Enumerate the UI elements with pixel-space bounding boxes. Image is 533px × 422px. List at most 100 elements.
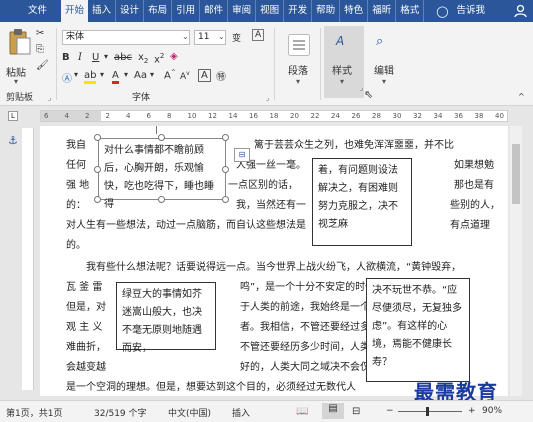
clipboard-launcher-icon[interactable]: ⌟ <box>48 94 51 102</box>
text-box-4[interactable]: 决不玩世不恭。“应尽便须尽，无复独多虑”。有这样的心境，焉能不健康长寿？ <box>366 278 470 382</box>
highlight-icon[interactable]: ab <box>84 70 97 84</box>
zoom-slider-thumb[interactable] <box>426 407 429 416</box>
shrink-font-icon[interactable]: Av <box>180 70 190 82</box>
page-count[interactable]: 第1页，共1页 <box>6 406 62 419</box>
tab-layout[interactable]: 布局 <box>144 0 173 22</box>
tab-foxit[interactable]: 福昕 <box>368 0 397 22</box>
vertical-ruler[interactable] <box>22 128 34 390</box>
phonetic-guide-icon[interactable]: 变 <box>232 31 241 44</box>
scrollbar-thumb[interactable] <box>512 144 520 204</box>
doc-line: 是一个空洞的理想。但是，想要达到这个目的，必须经过无数代人 <box>66 382 356 393</box>
ruler-margin <box>41 111 101 121</box>
tab-developer[interactable]: 开发 <box>284 0 313 22</box>
italic-icon[interactable]: I <box>78 52 82 63</box>
font-name-input[interactable]: 宋体 <box>62 30 190 45</box>
read-mode-icon[interactable]: 📖 <box>296 406 308 417</box>
char-shading-icon[interactable]: A <box>198 69 211 82</box>
tab-selector-icon[interactable]: L <box>8 111 18 121</box>
paragraph-label[interactable]: 段落 <box>288 62 308 77</box>
ruler-number: 4 <box>64 112 69 120</box>
chevron-down-icon[interactable]: ▾ <box>100 70 104 79</box>
styles-label[interactable]: 样式 <box>332 62 352 77</box>
tab-format[interactable]: 格式 <box>396 0 425 22</box>
ruler-number: 26 <box>351 112 361 120</box>
resize-handle[interactable] <box>94 134 101 141</box>
resize-handle[interactable] <box>222 196 229 203</box>
tab-file[interactable]: 文件 <box>6 0 61 22</box>
text-box-1[interactable]: 对什么事情都不瞻前顾后，心胸开朗，乐观愉快，吃也吃得下，睡也睡得 <box>98 138 226 210</box>
chevron-down-icon[interactable]: ▾ <box>124 70 128 79</box>
styles-icon[interactable]: A <box>336 34 344 48</box>
ruler-number: 6 <box>146 112 151 120</box>
grow-font-icon[interactable]: A^ <box>164 69 176 81</box>
resize-handle[interactable] <box>222 166 229 173</box>
word-count[interactable]: 32/519 个字 <box>94 406 147 419</box>
tab-view[interactable]: 视图 <box>256 0 285 22</box>
chevron-down-icon[interactable]: ▾ <box>296 77 300 86</box>
enclose-char-icon[interactable]: ㊕ <box>216 68 226 83</box>
resize-handle[interactable] <box>158 134 165 141</box>
styles-launcher-icon[interactable]: ⌟ <box>360 84 363 92</box>
horizontal-ruler[interactable]: L 6 4 2 2 4 6 8 10 12 14 16 18 20 22 24 26 28 30 32 34 36 38 4… <box>0 106 533 126</box>
resize-handle[interactable] <box>94 166 101 173</box>
vertical-scrollbar[interactable] <box>510 126 522 396</box>
format-painter-icon[interactable]: 🖌 <box>36 60 49 71</box>
doc-line: 不管还要经历多少时间，人类总 <box>240 342 380 353</box>
font-color-icon[interactable]: A <box>112 70 119 84</box>
char-border-icon[interactable]: A <box>252 29 265 41</box>
layout-options-icon[interactable]: ⊟ <box>234 148 250 162</box>
tab-home[interactable]: 开始 <box>61 0 89 22</box>
chevron-down-icon[interactable]: ▾ <box>74 70 78 79</box>
language-indicator[interactable]: 中文(中国) <box>168 406 211 419</box>
zoom-in-icon[interactable]: + <box>468 406 476 416</box>
web-layout-icon[interactable]: ⊟ <box>352 406 360 417</box>
editing-label[interactable]: 编辑 <box>374 62 394 77</box>
bold-icon[interactable]: B <box>62 52 70 63</box>
chevron-down-icon[interactable]: ▾ <box>340 77 344 86</box>
chevron-down-icon[interactable]: ▾ <box>14 77 18 86</box>
chevron-down-icon[interactable]: ▾ <box>104 52 108 61</box>
text-box-3[interactable]: 绿豆大的事情如芥迷嵩山般大，也决不毫无原则地随遇而安， <box>116 282 216 354</box>
paragraph-icon[interactable] <box>288 34 310 56</box>
document-page[interactable]: 我自 篱于芸芸众生之列，也难免浑浑噩噩，并不比 任何 人强一丝一毫。 如果想勉 … <box>40 126 508 396</box>
text-effects-icon[interactable]: Ⓐ <box>62 70 72 85</box>
subscript-icon[interactable]: x2 <box>138 52 148 65</box>
account-icon[interactable] <box>514 4 527 18</box>
ruler-number: 4 <box>126 112 131 120</box>
collapse-ribbon-icon[interactable]: ^ <box>518 92 525 101</box>
tab-review[interactable]: 审阅 <box>228 0 257 22</box>
resize-handle[interactable] <box>158 196 165 203</box>
zoom-level[interactable]: 90% <box>482 406 502 416</box>
tab-design[interactable]: 设计 <box>116 0 145 22</box>
print-layout-icon[interactable]: ▤ <box>322 403 344 419</box>
copy-icon[interactable]: ⎘ <box>36 44 44 55</box>
find-icon[interactable]: ⌕ <box>376 34 383 49</box>
strikethrough-icon[interactable]: abc <box>114 52 132 63</box>
clear-format-icon[interactable]: ◈ <box>170 51 178 62</box>
lightbulb-icon[interactable]: ◯ <box>424 5 452 18</box>
insert-mode[interactable]: 插入 <box>232 406 250 419</box>
chevron-down-icon[interactable]: ▾ <box>382 77 386 86</box>
chevron-down-icon[interactable]: ▾ <box>150 70 154 79</box>
paste-icon[interactable] <box>8 28 32 58</box>
resize-handle[interactable] <box>222 134 229 141</box>
text-box-2[interactable]: 着，有问题则设法解决之，有困难则努力克服之，决不视芝麻 <box>312 158 412 246</box>
zoom-out-icon[interactable]: − <box>386 406 394 416</box>
tell-me-box[interactable]: 告诉我 <box>453 0 490 22</box>
tab-insert[interactable]: 插入 <box>88 0 117 22</box>
chevron-down-icon[interactable]: ⌄ <box>218 32 225 41</box>
change-case-icon[interactable]: Aa <box>134 70 147 81</box>
font-launcher-icon[interactable]: ⌟ <box>266 94 269 102</box>
tab-references[interactable]: 引用 <box>172 0 201 22</box>
tab-mailings[interactable]: 邮件 <box>200 0 229 22</box>
zoom-slider[interactable] <box>398 411 462 412</box>
doc-line: 我，当然还有一 <box>236 200 306 211</box>
cut-icon[interactable]: ✂ <box>36 28 44 39</box>
tab-help[interactable]: 帮助 <box>312 0 341 22</box>
underline-icon[interactable]: U <box>92 52 99 63</box>
doc-line: 我有些什么想法呢？话要说得远一点。当今世界上战火纷飞，人欲横流，“黄钟毁弃， <box>86 262 462 273</box>
resize-handle[interactable] <box>94 196 101 203</box>
superscript-icon[interactable]: x2 <box>154 52 164 65</box>
chevron-down-icon[interactable]: ⌄ <box>182 32 189 41</box>
tab-special[interactable]: 特色 <box>340 0 369 22</box>
